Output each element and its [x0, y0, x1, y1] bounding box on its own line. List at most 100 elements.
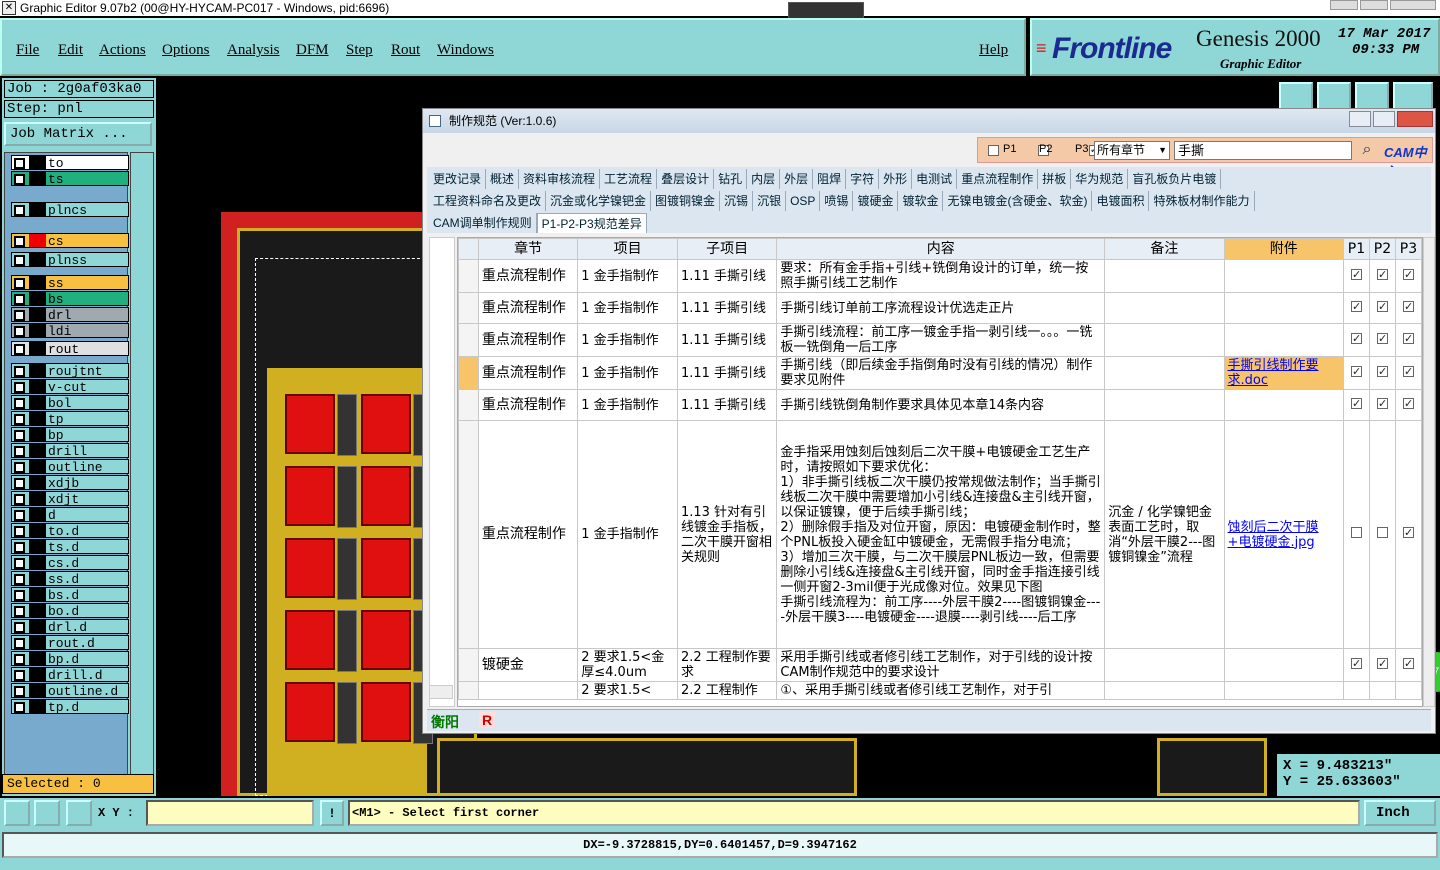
tab-1-7[interactable]: 镀硬金: [853, 191, 899, 211]
unit-select[interactable]: Inch: [1364, 800, 1436, 826]
layer-bp.d[interactable]: bp.d: [11, 651, 129, 667]
layer-checkbox[interactable]: [14, 446, 25, 457]
p1-checkbox[interactable]: [988, 145, 999, 156]
search-input[interactable]: 手撕: [1174, 141, 1352, 160]
layer-rout[interactable]: rout: [11, 341, 129, 357]
grid-scrollbar[interactable]: [1423, 237, 1435, 707]
tab-0-7[interactable]: 外层: [780, 169, 814, 189]
job-matrix-button[interactable]: Job Matrix ...: [4, 122, 152, 146]
layer-checkbox[interactable]: [14, 670, 25, 681]
layer-checkbox[interactable]: [14, 430, 25, 441]
p2-row-checkbox[interactable]: [1376, 396, 1388, 411]
layer-outline.d[interactable]: outline.d: [11, 683, 129, 699]
layer-to[interactable]: to: [11, 155, 129, 171]
tab-0-10[interactable]: 外形: [879, 169, 913, 189]
layer-checkbox[interactable]: [14, 590, 25, 601]
layer-checkbox[interactable]: [14, 326, 25, 337]
layer-checkbox[interactable]: [14, 526, 25, 537]
layer-checkbox[interactable]: [14, 702, 25, 713]
layer-cs[interactable]: cs: [11, 233, 129, 249]
layer-cs.d[interactable]: cs.d: [11, 555, 129, 571]
layer-checkbox[interactable]: [14, 205, 25, 216]
tab-0-14[interactable]: 华为规范: [1071, 169, 1129, 189]
tab-0-5[interactable]: 钻孔: [714, 169, 748, 189]
layer-drill.d[interactable]: drill.d: [11, 667, 129, 683]
p3-row-checkbox[interactable]: [1402, 525, 1414, 540]
layer-tp[interactable]: tp: [11, 411, 129, 427]
tab-1-3[interactable]: 沉锡: [720, 191, 754, 211]
tab-0-15[interactable]: 盲孔板负片电镀: [1128, 169, 1222, 189]
layer-roujtnt[interactable]: roujtnt: [11, 363, 129, 379]
layer-checkbox[interactable]: [14, 606, 25, 617]
layer-checkbox[interactable]: [14, 510, 25, 521]
grid-hscrollbar[interactable]: [429, 685, 453, 699]
p3-row-checkbox[interactable]: [1402, 267, 1414, 282]
tab-1-10[interactable]: 电镀面积: [1092, 191, 1150, 211]
tab-1-5[interactable]: OSP: [786, 191, 821, 211]
menu-actions[interactable]: Actions: [99, 42, 146, 59]
layer-checkbox[interactable]: [14, 574, 25, 585]
menu-step[interactable]: Step: [346, 42, 373, 59]
layer-checkbox[interactable]: [14, 174, 25, 185]
layer-ss[interactable]: ss: [11, 275, 129, 291]
layer-ldi[interactable]: ldi: [11, 323, 129, 339]
layer-checkbox[interactable]: [14, 558, 25, 569]
layer-tp.d[interactable]: tp.d: [11, 699, 129, 715]
header-p3[interactable]: P3: [1394, 238, 1422, 260]
dialog-minimize-button[interactable]: [1349, 111, 1371, 127]
tab-0-13[interactable]: 拼板: [1038, 169, 1072, 189]
p2-row-checkbox[interactable]: [1376, 267, 1388, 282]
layer-drl[interactable]: drl: [11, 307, 129, 323]
menu-edit[interactable]: Edit: [58, 42, 83, 59]
layer-bol[interactable]: bol: [11, 395, 129, 411]
layer-checkbox[interactable]: [14, 686, 25, 697]
alert-icon[interactable]: !: [320, 800, 344, 826]
layer-bs.d[interactable]: bs.d: [11, 587, 129, 603]
layer-checkbox[interactable]: [14, 398, 25, 409]
p3-row-checkbox[interactable]: [1402, 299, 1414, 314]
layer-ss.d[interactable]: ss.d: [11, 571, 129, 587]
tab-1-4[interactable]: 沉银: [753, 191, 787, 211]
dialog-close-button[interactable]: [1397, 111, 1433, 127]
table-row[interactable]: 重点流程制作 1 金手指制作 1.11 手撕引线 要求：所有金手指+引线+铣倒角设计的…: [458, 259, 1422, 293]
tab-1-8[interactable]: 镀软金: [898, 191, 944, 211]
layer-outline[interactable]: outline: [11, 459, 129, 475]
maximize-button[interactable]: [1360, 0, 1388, 10]
layer-checkbox[interactable]: [14, 494, 25, 505]
header-subitem[interactable]: 子项目: [676, 238, 778, 260]
close-button[interactable]: [1390, 0, 1436, 10]
layer-checkbox[interactable]: [14, 382, 25, 393]
scope-select[interactable]: 所有章节 ▼: [1094, 141, 1170, 160]
header-p2[interactable]: P2: [1368, 238, 1396, 260]
tab-1-1[interactable]: 沉金或化学镍钯金: [546, 191, 652, 211]
table-row[interactable]: 重点流程制作 1 金手指制作 1.11 手撕引线 手撕引线（即后续金手指倒角时没有引线…: [458, 356, 1422, 390]
p3-row-checkbox[interactable]: [1402, 656, 1414, 671]
table-row[interactable]: 重点流程制作 1 金手指制作 1.11 手撕引线 手撕引线流程：前工序一镀金手指一剥引…: [458, 323, 1422, 357]
tab-1-2[interactable]: 图镀铜镍金: [651, 191, 721, 211]
layer-checkbox[interactable]: [14, 255, 25, 266]
layer-checkbox[interactable]: [14, 462, 25, 473]
layer-bo.d[interactable]: bo.d: [11, 603, 129, 619]
layer-checkbox[interactable]: [14, 638, 25, 649]
layer-checkbox[interactable]: [14, 344, 25, 355]
layer-plnss[interactable]: plnss: [11, 252, 129, 268]
menu-file[interactable]: File: [16, 42, 39, 59]
layer-checkbox[interactable]: [14, 158, 25, 169]
tab-0-8[interactable]: 阻焊: [813, 169, 847, 189]
zoom-box-icon[interactable]: [4, 800, 30, 826]
layer-to.d[interactable]: to.d: [11, 523, 129, 539]
header-p1[interactable]: P1: [1342, 238, 1370, 260]
dialog-maximize-button[interactable]: [1373, 111, 1395, 127]
tab-1-6[interactable]: 喷锡: [820, 191, 854, 211]
layer-ts[interactable]: ts: [11, 171, 129, 187]
menu-analysis[interactable]: Analysis: [227, 42, 280, 59]
header-attach[interactable]: 附件: [1223, 238, 1344, 260]
layer-bp[interactable]: bp: [11, 427, 129, 443]
p1-row-checkbox[interactable]: [1350, 527, 1362, 538]
p2-row-checkbox[interactable]: [1376, 364, 1388, 379]
p3-row-checkbox[interactable]: [1402, 396, 1414, 411]
layer-checkbox[interactable]: [14, 542, 25, 553]
tab-0-2[interactable]: 资料审核流程: [519, 169, 601, 189]
menu-dfm[interactable]: DFM: [296, 42, 329, 59]
layer-checkbox[interactable]: [14, 366, 25, 377]
